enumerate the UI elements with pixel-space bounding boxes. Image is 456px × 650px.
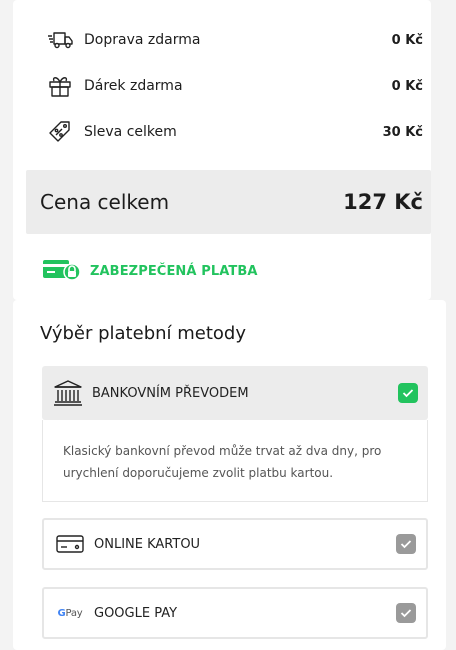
online-card-label: ONLINE KARTOU [94,536,201,552]
discount-label: Sleva celkem [84,124,177,140]
total-label: Cena celkem [40,190,170,214]
gift-label: Dárek zdarma [84,78,183,94]
google-pay-icon: G Pay [57,607,83,619]
online-card-checkbox[interactable] [396,534,416,554]
payment-option-bank-transfer[interactable]: BANKOVNÍM PŘEVODEM [42,366,428,420]
google-pay-label: GOOGLE PAY [94,605,178,621]
total-value: 127 Kč [343,190,423,214]
shipping-label: Doprava zdarma [84,32,201,48]
payment-option-online-card[interactable]: ONLINE KARTOU [42,518,428,570]
total-price-box: Cena celkem 127 Kč [26,170,431,234]
payment-method-title: Výběr platební metody [40,323,247,344]
secure-payment-badge: ZABEZPEČENÁ PLATBA [42,257,258,285]
gift-icon [46,72,74,100]
gift-value: 0 Kč [391,78,423,94]
google-pay-checkbox[interactable] [396,603,416,623]
summary-row-gift: Dárek zdarma 0 Kč [13,66,431,106]
summary-row-discount: Sleva celkem 30 Kč [13,112,431,152]
discount-tag-icon [46,118,74,146]
secure-card-lock-icon [42,257,82,285]
credit-card-icon [52,531,88,557]
bank-transfer-description: Klasický bankovní převod může trvat až d… [42,420,428,502]
bank-icon [50,378,86,408]
discount-value: 30 Kč [382,124,423,140]
payment-option-google-pay[interactable]: G Pay GOOGLE PAY [42,587,428,639]
bank-transfer-label: BANKOVNÍM PŘEVODEM [92,385,249,401]
bank-transfer-checkbox[interactable] [398,383,418,403]
truck-icon [46,26,74,54]
summary-row-shipping: Doprava zdarma 0 Kč [13,20,431,60]
shipping-value: 0 Kč [391,32,423,48]
secure-payment-label: ZABEZPEČENÁ PLATBA [90,263,258,279]
